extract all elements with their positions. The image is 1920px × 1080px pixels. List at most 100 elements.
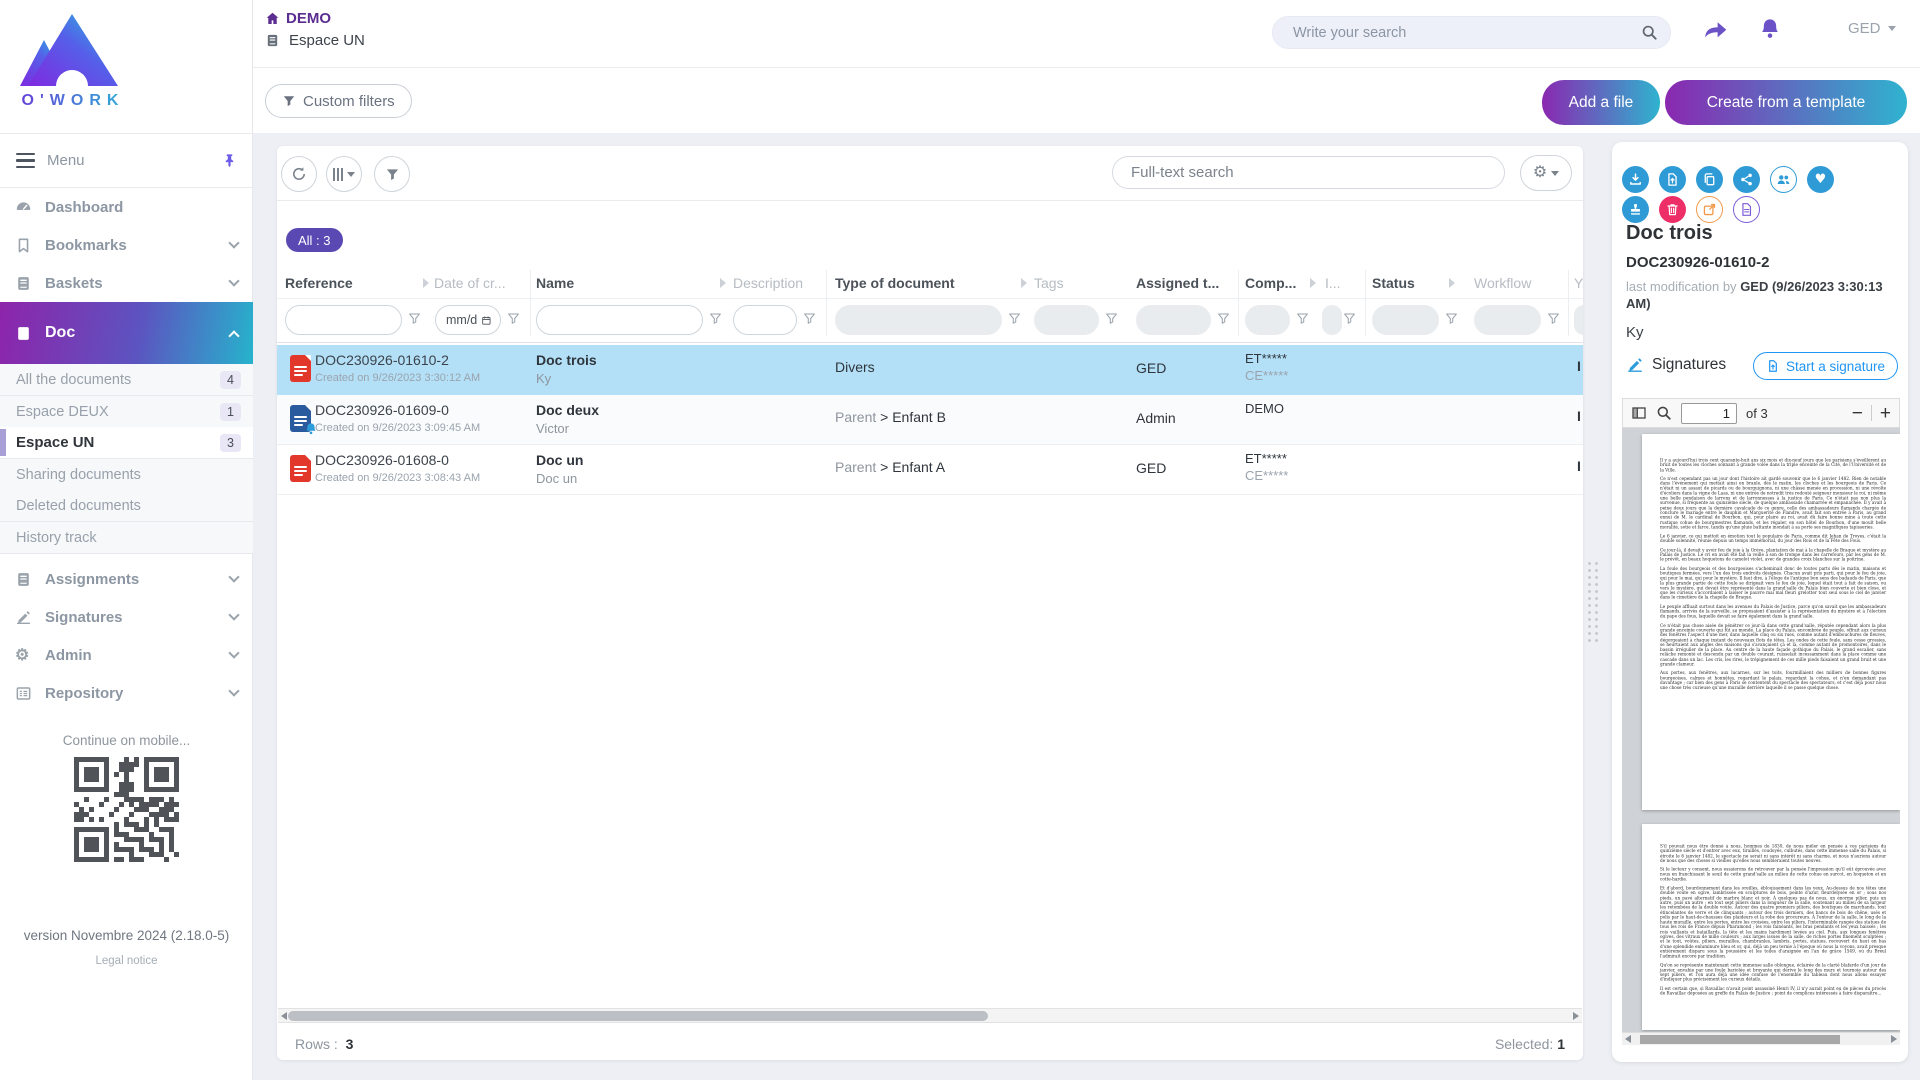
delete-button[interactable]: [1659, 196, 1686, 223]
table-row[interactable]: DOC230926-01608-0Created on 9/26/2023 3:…: [277, 445, 1583, 495]
expand-column-icon[interactable]: [1310, 278, 1316, 288]
filter-name-input[interactable]: [536, 305, 703, 335]
col-header-description[interactable]: Description: [733, 275, 803, 291]
scroll-right-icon[interactable]: [1573, 1012, 1579, 1020]
download-button[interactable]: [1622, 166, 1649, 193]
sidebar-item-sharing-documents[interactable]: Sharing documents: [0, 459, 253, 490]
sidebar-item-label: Assignments: [45, 571, 139, 588]
start-signature-button[interactable]: Start a signature: [1753, 352, 1898, 380]
filter-date-input[interactable]: mm/d: [435, 305, 501, 335]
column-filter-funnel-icon[interactable]: [1008, 312, 1021, 325]
column-filter-funnel-icon[interactable]: [1445, 312, 1458, 325]
share-icon[interactable]: [1703, 17, 1729, 43]
legal-notice-link[interactable]: Legal notice: [0, 955, 253, 967]
copy-button[interactable]: [1696, 166, 1723, 193]
col-header-date[interactable]: Date of cr...: [434, 275, 506, 291]
sidebar-item-baskets[interactable]: Baskets: [0, 264, 253, 302]
columns-button[interactable]: [326, 156, 362, 192]
sidebar-item-espace-deux[interactable]: Espace DEUX 1: [0, 396, 253, 427]
global-search-input[interactable]: [1291, 17, 1631, 48]
pdf-zoom-out-button[interactable]: −: [1852, 404, 1863, 423]
col-header-y[interactable]: Y...: [1574, 275, 1583, 291]
column-filter-funnel-icon[interactable]: [1547, 312, 1560, 325]
table-settings-button[interactable]: ⚙: [1520, 155, 1572, 191]
column-filter-funnel-icon[interactable]: [1217, 312, 1230, 325]
column-filter-funnel-icon[interactable]: [408, 312, 421, 325]
panel-resize-handle[interactable]: [1586, 560, 1602, 644]
sidebar-item-signatures[interactable]: Signatures: [0, 598, 253, 636]
fulltext-search-input[interactable]: [1129, 157, 1489, 188]
column-filter-funnel-icon[interactable]: [1343, 312, 1356, 325]
col-header-tags[interactable]: Tags: [1034, 275, 1064, 291]
pdf-search-icon[interactable]: [1656, 405, 1672, 421]
scrollbar-thumb[interactable]: [288, 1011, 988, 1021]
expand-column-icon[interactable]: [1021, 278, 1027, 288]
breadcrumb-home[interactable]: DEMO: [265, 10, 331, 27]
column-filter-funnel-icon[interactable]: [1296, 312, 1309, 325]
add-file-button[interactable]: Add a file: [1542, 80, 1660, 125]
filter-description-input[interactable]: [733, 305, 797, 335]
edit-button[interactable]: [1696, 196, 1723, 223]
favorite-button[interactable]: ♥: [1807, 166, 1834, 193]
sidebar-item-bookmarks[interactable]: Bookmarks: [0, 226, 253, 264]
app-logo[interactable]: O'WORK: [14, 10, 132, 110]
sidebar-item-dashboard[interactable]: Dashboard: [0, 188, 253, 226]
col-header-name[interactable]: Name: [536, 275, 574, 291]
hamburger-icon[interactable]: [16, 153, 35, 169]
sidebar-item-history-track[interactable]: History track: [0, 522, 253, 553]
users-button[interactable]: [1770, 166, 1797, 193]
row-status-clipped: I: [1577, 358, 1581, 374]
column-filter-funnel-icon[interactable]: [507, 312, 520, 325]
refresh-button[interactable]: [281, 156, 317, 192]
sidebar-item-repository[interactable]: Repository: [0, 674, 253, 712]
filter-button[interactable]: [374, 156, 410, 192]
all-count-badge[interactable]: All : 3: [286, 228, 343, 252]
pdf-viewer[interactable]: Il y a aujourd'hui trois cent quarante-h…: [1622, 428, 1900, 1032]
pin-icon[interactable]: [222, 153, 237, 168]
pdf-page-input[interactable]: [1681, 403, 1737, 424]
scroll-left-icon[interactable]: [281, 1012, 287, 1020]
col-header-i[interactable]: I...: [1325, 275, 1341, 291]
pdf-horizontal-scrollbar[interactable]: [1622, 1032, 1900, 1045]
filter-reference-input[interactable]: [285, 305, 402, 335]
column-filter-funnel-icon[interactable]: [709, 312, 722, 325]
search-icon[interactable]: [1641, 24, 1658, 41]
expand-column-icon[interactable]: [1449, 278, 1455, 288]
scroll-left-icon[interactable]: [1625, 1035, 1631, 1043]
sidebar-item-admin[interactable]: ⚙ Admin: [0, 636, 253, 674]
col-header-company[interactable]: Comp...: [1245, 275, 1296, 291]
sidebar-item-all-documents[interactable]: All the documents 4: [0, 364, 253, 395]
scroll-right-icon[interactable]: [1891, 1035, 1897, 1043]
column-filter-funnel-icon[interactable]: [1105, 312, 1118, 325]
table-horizontal-scrollbar[interactable]: [278, 1008, 1582, 1023]
user-menu[interactable]: GED: [1848, 20, 1896, 37]
sidebar-item-assignments[interactable]: Assignments: [0, 560, 253, 598]
pdf-sidebar-toggle-icon[interactable]: [1631, 405, 1647, 421]
filter-disabled-input: [1245, 305, 1290, 335]
sidebar-item-espace-un[interactable]: Espace UN 3: [0, 427, 253, 458]
upload-version-button[interactable]: [1659, 166, 1686, 193]
calendar-icon[interactable]: [481, 314, 492, 327]
col-header-status[interactable]: Status: [1372, 275, 1415, 291]
scrollbar-thumb[interactable]: [1640, 1035, 1840, 1044]
expand-column-icon[interactable]: [423, 278, 429, 288]
custom-filters-button[interactable]: Custom filters: [265, 84, 412, 118]
rows-count: 3: [346, 1036, 354, 1052]
sidebar-item-doc[interactable]: Doc: [0, 302, 253, 364]
col-header-type[interactable]: Type of document: [835, 275, 955, 291]
col-header-reference[interactable]: Reference: [285, 275, 353, 291]
col-header-assigned[interactable]: Assigned t...: [1136, 275, 1219, 291]
create-template-button[interactable]: Create from a template: [1665, 80, 1907, 125]
sidebar-item-deleted-documents[interactable]: Deleted documents: [0, 490, 253, 521]
notifications-bell-icon[interactable]: [1758, 17, 1782, 41]
stamp-button[interactable]: [1622, 196, 1649, 223]
document-preview-button[interactable]: [1733, 196, 1760, 223]
share-button[interactable]: [1733, 166, 1760, 193]
breadcrumb-space[interactable]: Espace UN: [265, 32, 365, 49]
expand-column-icon[interactable]: [720, 278, 726, 288]
pdf-zoom-in-button[interactable]: +: [1880, 404, 1891, 423]
col-header-workflow[interactable]: Workflow: [1474, 275, 1531, 291]
table-row[interactable]: DOC230926-01609-0Created on 9/26/2023 3:…: [277, 395, 1583, 445]
table-row[interactable]: DOC230926-01610-2Created on 9/26/2023 3:…: [277, 345, 1583, 395]
column-filter-funnel-icon[interactable]: [803, 312, 816, 325]
